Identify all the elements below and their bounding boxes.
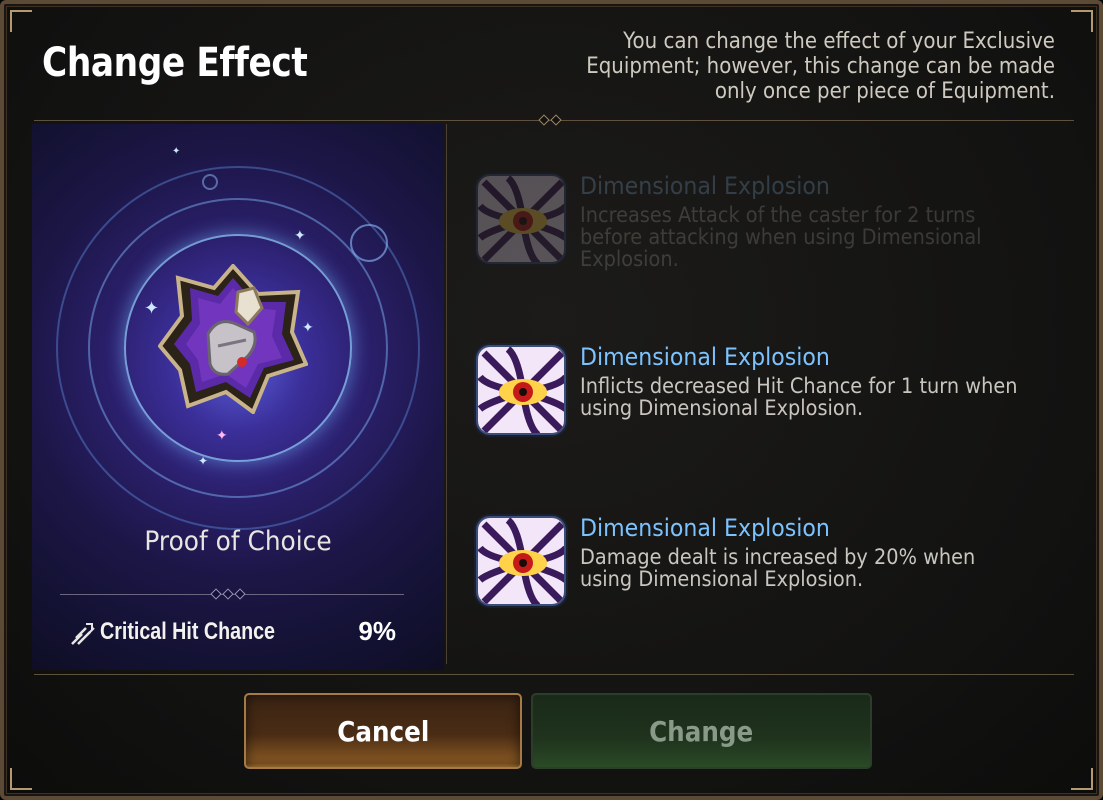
cancel-button-label: Cancel <box>336 714 430 748</box>
option-title: Dimensional Explosion <box>580 514 830 542</box>
dialog-title: Change Effect <box>42 40 308 86</box>
magic-circle <box>202 174 218 190</box>
equipment-emblem-icon <box>157 262 309 416</box>
option-description: Inflicts decreased Hit Chance for 1 turn… <box>580 374 1018 420</box>
sparkle-icon: ✦ <box>172 146 181 157</box>
option-title: Dimensional Explosion <box>580 343 830 371</box>
frame-corner <box>1071 768 1093 790</box>
stat-value: 9% <box>358 616 396 646</box>
change-button-label: Change <box>649 714 754 748</box>
dimensional-eye-icon <box>476 345 566 435</box>
sparkle-icon: ✦ <box>294 228 306 244</box>
divider-ornament <box>550 114 562 126</box>
change-button[interactable]: Change <box>531 693 872 769</box>
stat-label: Critical Hit Chance <box>100 618 275 645</box>
divider-ornament <box>538 114 550 126</box>
crit-chance-icon <box>68 620 96 648</box>
magic-circle <box>350 224 388 262</box>
equipment-name: Proof of Choice <box>144 526 332 557</box>
option-description: Increases Attack of the caster for 2 tur… <box>580 203 982 271</box>
option-description: Damage dealt is increased by 20% when us… <box>580 545 976 591</box>
effect-option-2[interactable]: Dimensional Explosion Damage dealt is in… <box>476 514 1076 636</box>
panel-divider <box>446 124 447 664</box>
divider-ornament <box>222 588 234 600</box>
divider-ornament <box>234 588 246 600</box>
dialog-description: You can change the effect of your Exclus… <box>586 29 1055 104</box>
sparkle-icon: ✦ <box>198 454 209 468</box>
frame-corner <box>1071 10 1093 32</box>
footer-divider <box>34 674 1074 675</box>
option-title: Dimensional Explosion <box>580 172 830 200</box>
dimensional-eye-icon <box>476 174 566 264</box>
equipment-card: ✦ ✦ ✦ ✦ ✦ ✦ Proof of Choice Critical Hit… <box>32 124 444 670</box>
effect-option-1[interactable]: Dimensional Explosion Inflicts decreased… <box>476 343 1076 465</box>
cancel-button[interactable]: Cancel <box>244 693 522 769</box>
sparkle-icon: ✦ <box>216 428 228 444</box>
frame-corner <box>10 10 32 32</box>
divider-ornament <box>210 588 222 600</box>
frame-corner <box>10 768 32 790</box>
dialog-frame: Change Effect You can change the effect … <box>0 0 1103 800</box>
sparkle-icon: ✦ <box>144 298 160 319</box>
effect-option-current: Dimensional Explosion Increases Attack o… <box>476 172 1076 294</box>
dimensional-eye-icon <box>476 516 566 606</box>
